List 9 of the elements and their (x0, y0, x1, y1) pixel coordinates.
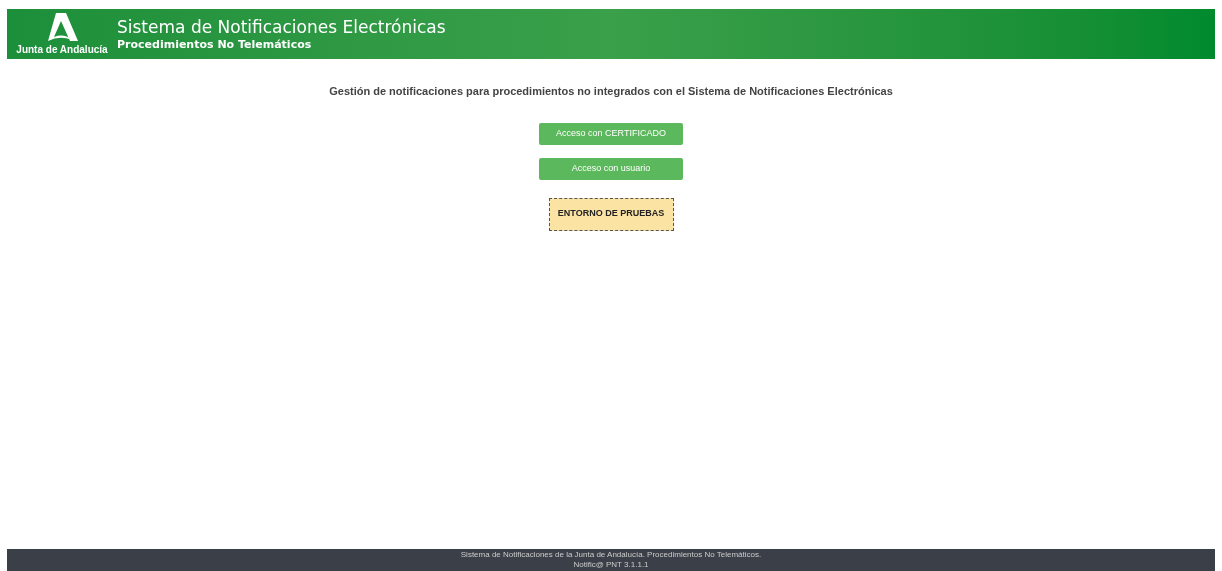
logo-text: Junta de Andalucía (16, 45, 108, 55)
access-button[interactable]: Acceso con CERTIFICADO (539, 122, 683, 145)
footer-text: Notific@ PNT 3.1.1.1 (573, 560, 649, 570)
footer-text: Sistema de Notificaciones de la Junta de Andalucía. Procedimientos No Telemáticos. (460, 550, 762, 560)
access-button[interactable]: Acceso con usuario (539, 157, 683, 180)
environment-badge: ENTORNO DE PRUEBAS (548, 197, 674, 231)
intro-text: Gestión de notificaciones para procedimientos no integrados con el Sistema de Notificaciones Electrónicas (329, 84, 893, 99)
app-title: Sistema de Notificaciones Electrónicas (117, 16, 446, 38)
app-subtitle: Procedimientos No Telemáticos (117, 37, 313, 52)
